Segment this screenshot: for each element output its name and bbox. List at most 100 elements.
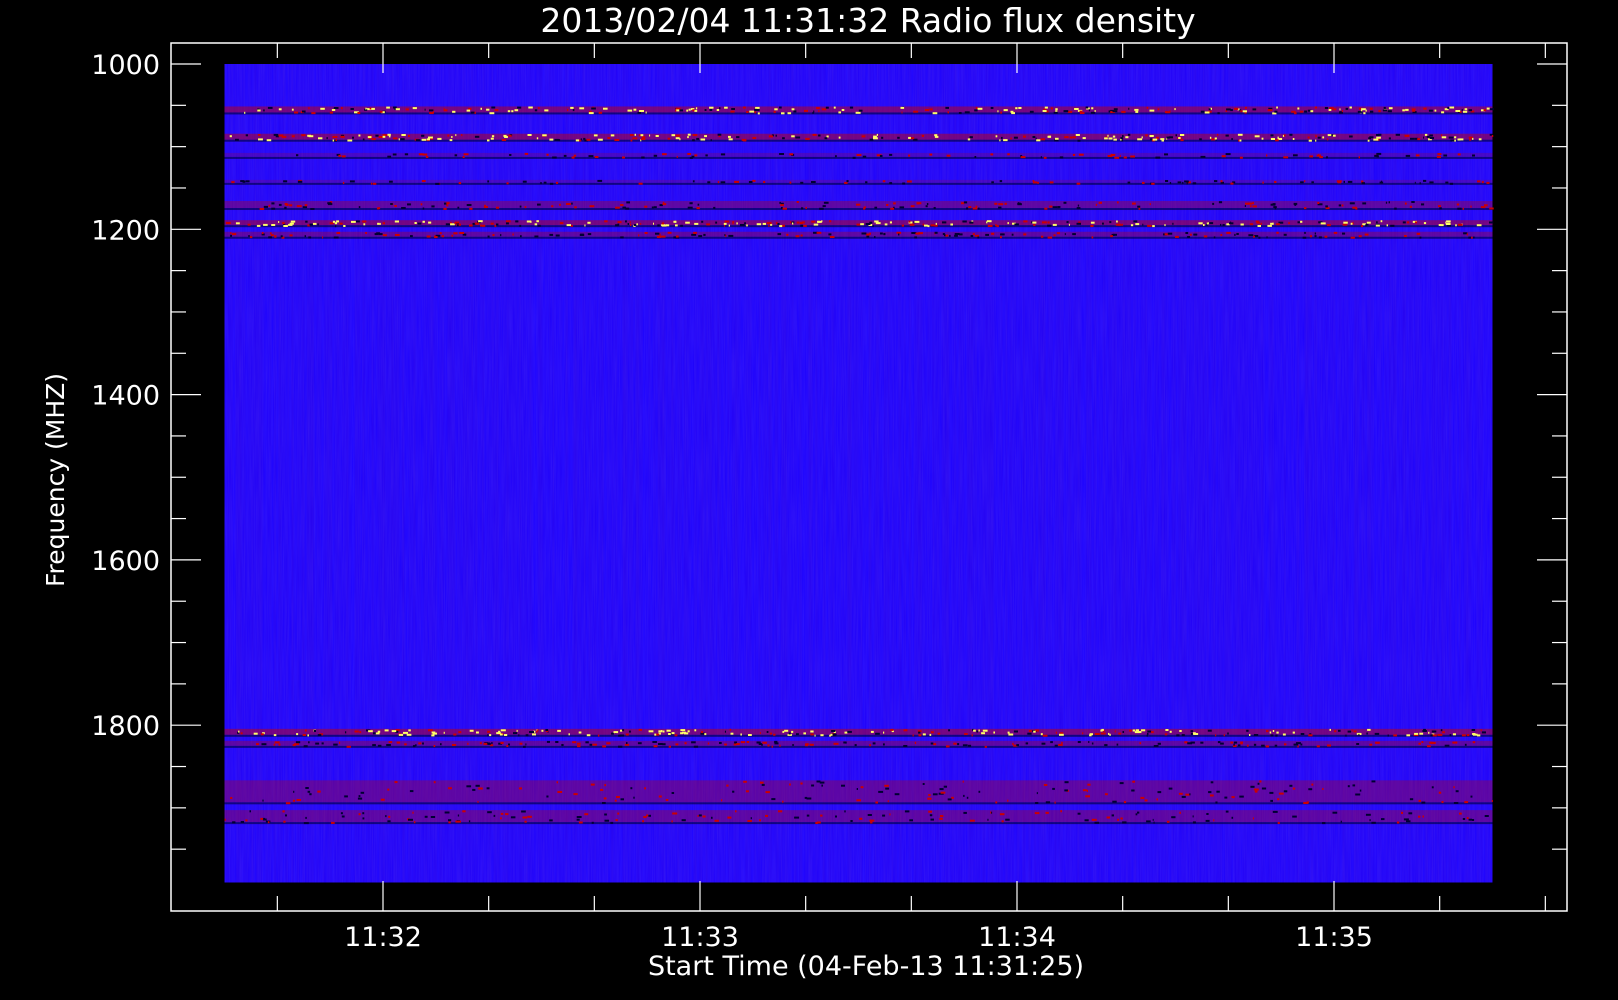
band-speckle <box>1053 111 1058 114</box>
band-speckle <box>1049 181 1054 184</box>
band-speckle <box>1032 180 1035 182</box>
band-speckle <box>803 732 806 735</box>
band-speckle <box>863 207 866 210</box>
band-speckle <box>811 784 815 787</box>
band-speckle <box>973 729 976 732</box>
band-speckle <box>622 156 625 159</box>
band-speckle <box>249 810 251 813</box>
band-speckle <box>1486 181 1490 184</box>
band-speckle <box>1276 731 1279 734</box>
band-speckle <box>1178 137 1181 139</box>
band-speckle <box>1343 221 1348 224</box>
band-speckle <box>523 745 526 748</box>
band-speckle <box>263 109 265 112</box>
band-speckle <box>1380 180 1383 183</box>
band-speckle <box>304 235 306 238</box>
band-speckle <box>518 734 520 737</box>
band-speckle <box>630 787 633 790</box>
band-speckle <box>977 107 983 110</box>
band-speckle <box>1455 110 1461 112</box>
band-speckle <box>1382 109 1388 112</box>
band-speckle <box>881 136 884 139</box>
band-speckle <box>1253 235 1255 238</box>
band-speckle <box>1266 236 1268 239</box>
band-speckle <box>1189 793 1191 796</box>
band-speckle <box>782 137 785 140</box>
band-speckle <box>1387 734 1389 737</box>
band-speckle <box>1234 107 1239 110</box>
band-speckle <box>925 205 928 208</box>
band-speckle <box>1423 107 1427 110</box>
band-speckle <box>305 220 308 223</box>
band-speckle <box>528 106 533 109</box>
band-speckle <box>536 730 538 733</box>
band-speckle <box>746 111 749 113</box>
band-speckle <box>273 734 277 737</box>
band-speckle <box>1376 152 1382 155</box>
band-speckle <box>1187 236 1190 238</box>
band-speckle <box>1476 224 1482 227</box>
band-speckle <box>1277 798 1280 801</box>
band-speckle <box>866 235 870 238</box>
band-speckle <box>812 112 814 114</box>
band-speckle <box>303 822 309 825</box>
band-speckle <box>1166 136 1170 139</box>
band-speckle <box>604 819 610 822</box>
band-speckle <box>1091 107 1094 110</box>
band-speckle <box>723 222 727 225</box>
band-speckle <box>856 154 862 157</box>
band-speckle <box>503 734 508 736</box>
band-speckle <box>1035 802 1039 804</box>
band-speckle <box>492 234 495 237</box>
band-speckle <box>922 783 925 785</box>
band-speckle <box>520 235 522 238</box>
band-speckle <box>487 730 491 733</box>
band-speckle <box>1369 743 1373 746</box>
band-speckle <box>1453 802 1459 804</box>
band-speckle <box>302 110 306 113</box>
band-speckle <box>1090 111 1095 114</box>
band-speckle <box>743 780 747 783</box>
band-speckle <box>629 730 631 733</box>
band-speckle <box>401 134 406 136</box>
band-speckle <box>685 221 690 224</box>
band-speckle <box>873 137 878 140</box>
band-speckle <box>709 106 714 109</box>
band-speckle <box>671 792 675 794</box>
x-tick-label: 11:34 <box>978 922 1056 953</box>
band-speckle <box>939 817 943 820</box>
band-speckle <box>487 235 490 238</box>
band-speckle <box>749 110 755 113</box>
band-speckle <box>1233 741 1238 744</box>
band-speckle <box>1288 222 1290 225</box>
band-speckle <box>1453 786 1455 789</box>
band-speckle <box>1132 780 1135 783</box>
band-speckle <box>696 137 700 140</box>
band-speckle <box>505 220 511 223</box>
band-speckle <box>362 817 365 820</box>
band-speckle <box>762 222 766 225</box>
band-speckle <box>433 781 436 784</box>
band-speckle <box>1112 110 1118 113</box>
band-speckle <box>1076 207 1081 210</box>
band-speckle <box>1260 222 1262 225</box>
band-speckle <box>929 153 933 156</box>
band-speckle <box>1484 204 1488 207</box>
band-speckle <box>500 729 506 732</box>
band-speckle <box>835 155 837 158</box>
band-speckle <box>1120 817 1123 820</box>
band-speckle <box>413 821 416 824</box>
band-speckle <box>653 745 658 748</box>
band-speckle <box>815 822 818 824</box>
band-speckle <box>398 733 404 736</box>
band-speckle <box>500 812 504 815</box>
y-tick-label: 1600 <box>91 546 160 577</box>
band-speckle <box>633 224 637 226</box>
band-speckle <box>451 234 454 237</box>
band-speckle <box>1307 136 1310 139</box>
band-speckle <box>746 224 748 227</box>
band-speckle <box>229 135 232 138</box>
y-tick-label: 1200 <box>91 215 160 246</box>
band-speckle <box>1091 742 1094 745</box>
band-speckle <box>999 813 1005 816</box>
